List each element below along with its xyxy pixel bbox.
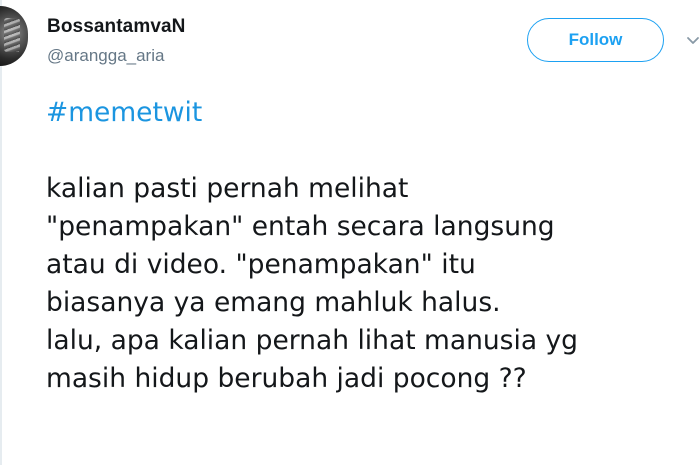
hashtag-link[interactable]: #memetwit xyxy=(46,97,202,128)
thread-line xyxy=(0,0,2,465)
tweet-line: "penampakan" entah secara langsung xyxy=(46,211,555,242)
user-handle[interactable]: @arangga_aria xyxy=(47,46,164,66)
tweet-line: biasanya ya emang mahluk halus. xyxy=(46,287,501,318)
tweet-line: masih hidup berubah jadi pocong ?? xyxy=(46,363,527,394)
tweet-card: BossantamvaN @arangga_aria Follow #memet… xyxy=(0,0,700,465)
avatar[interactable] xyxy=(0,6,28,66)
tweet-text: #memetwit kalian pasti pernah melihat "p… xyxy=(46,94,696,398)
tweet-line: atau di video. "penampakan" itu xyxy=(46,249,476,280)
tweet-line: lalu, apa kalian pernah lihat manusia yg xyxy=(46,325,578,356)
avatar-image xyxy=(4,18,20,52)
display-name[interactable]: BossantamvaN xyxy=(47,16,185,38)
follow-button[interactable]: Follow xyxy=(527,18,664,62)
chevron-down-icon[interactable] xyxy=(686,34,700,48)
tweet-line: kalian pasti pernah melihat xyxy=(46,173,409,204)
